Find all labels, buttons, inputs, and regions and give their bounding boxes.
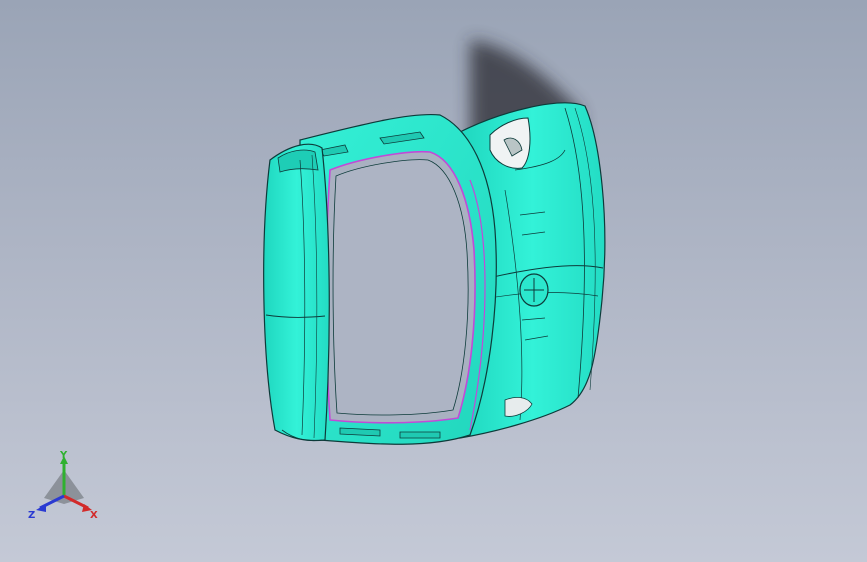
model-scene[interactable]	[0, 0, 867, 562]
z-axis-label: Z	[28, 510, 35, 521]
left-side-panel[interactable]	[263, 143, 330, 442]
orientation-triad[interactable]: Y X Z	[26, 448, 102, 524]
cad-viewport[interactable]: Y X Z	[0, 0, 867, 562]
z-axis-arrow	[36, 504, 46, 512]
y-axis-label: Y	[59, 450, 68, 461]
x-axis-label: X	[90, 510, 98, 521]
